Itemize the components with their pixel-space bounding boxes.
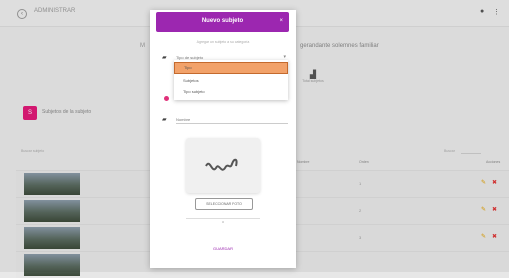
signature-preview xyxy=(186,138,260,193)
folder-icon: ▰ xyxy=(162,55,167,61)
or-label: o xyxy=(222,220,224,224)
save-button[interactable]: GUARDAR xyxy=(150,246,296,251)
required-indicator xyxy=(164,96,169,101)
signature-icon xyxy=(205,158,238,171)
subject-type-dropdown[interactable]: Tipo Subjetos Tipo subjeto xyxy=(174,60,288,100)
dialog-header: Nuevo subjeto × xyxy=(156,12,289,32)
field-underline xyxy=(176,123,288,124)
option-label: Tipo subjeto xyxy=(183,89,205,94)
label-icon: ▰ xyxy=(162,117,167,123)
select-photo-button[interactable]: SELECCIONAR FOTO xyxy=(195,198,253,210)
name-label: Nombre xyxy=(176,117,191,122)
dropdown-option[interactable]: Tipo subjeto xyxy=(174,87,288,96)
name-field[interactable]: ▰ Nombre xyxy=(162,114,288,124)
dialog-title: Nuevo subjeto xyxy=(201,18,244,24)
close-icon[interactable]: × xyxy=(279,18,283,24)
option-label: Tipo xyxy=(184,65,192,70)
dropdown-option-selected[interactable]: Tipo xyxy=(174,62,288,74)
dropdown-option[interactable]: Subjetos xyxy=(174,76,288,85)
dialog-hint: Agregar un subjeto a su categoría xyxy=(196,40,250,44)
divider xyxy=(186,218,260,219)
option-label: Subjetos xyxy=(183,78,199,83)
